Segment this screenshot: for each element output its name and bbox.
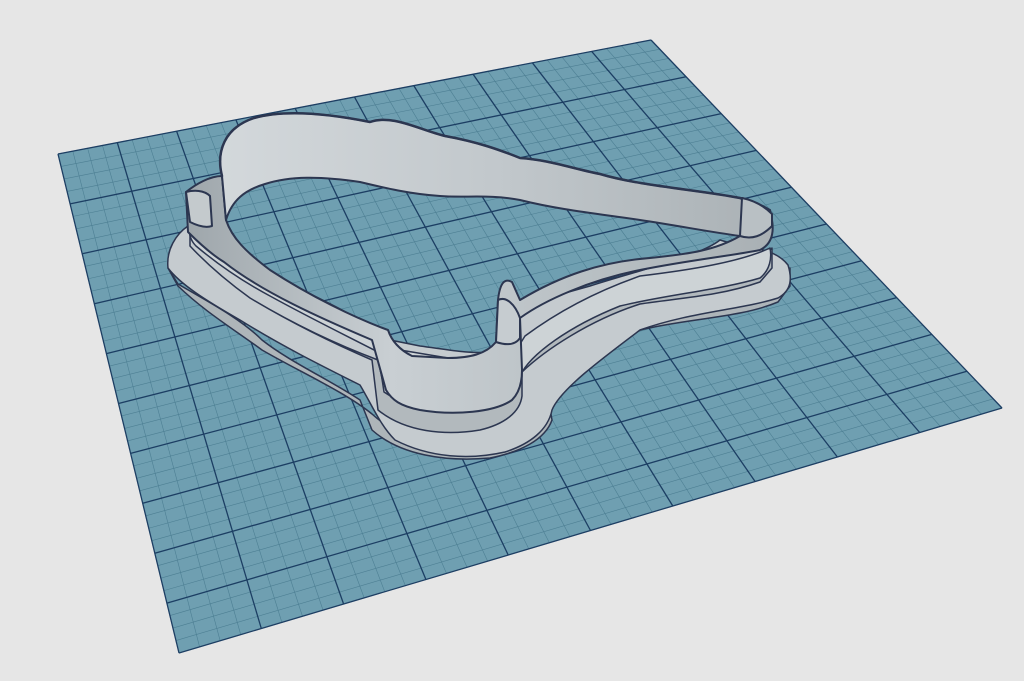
3d-viewport[interactable] [0,0,1024,681]
cutter-notch-left [185,189,213,228]
viewport-scene[interactable] [0,0,1024,681]
